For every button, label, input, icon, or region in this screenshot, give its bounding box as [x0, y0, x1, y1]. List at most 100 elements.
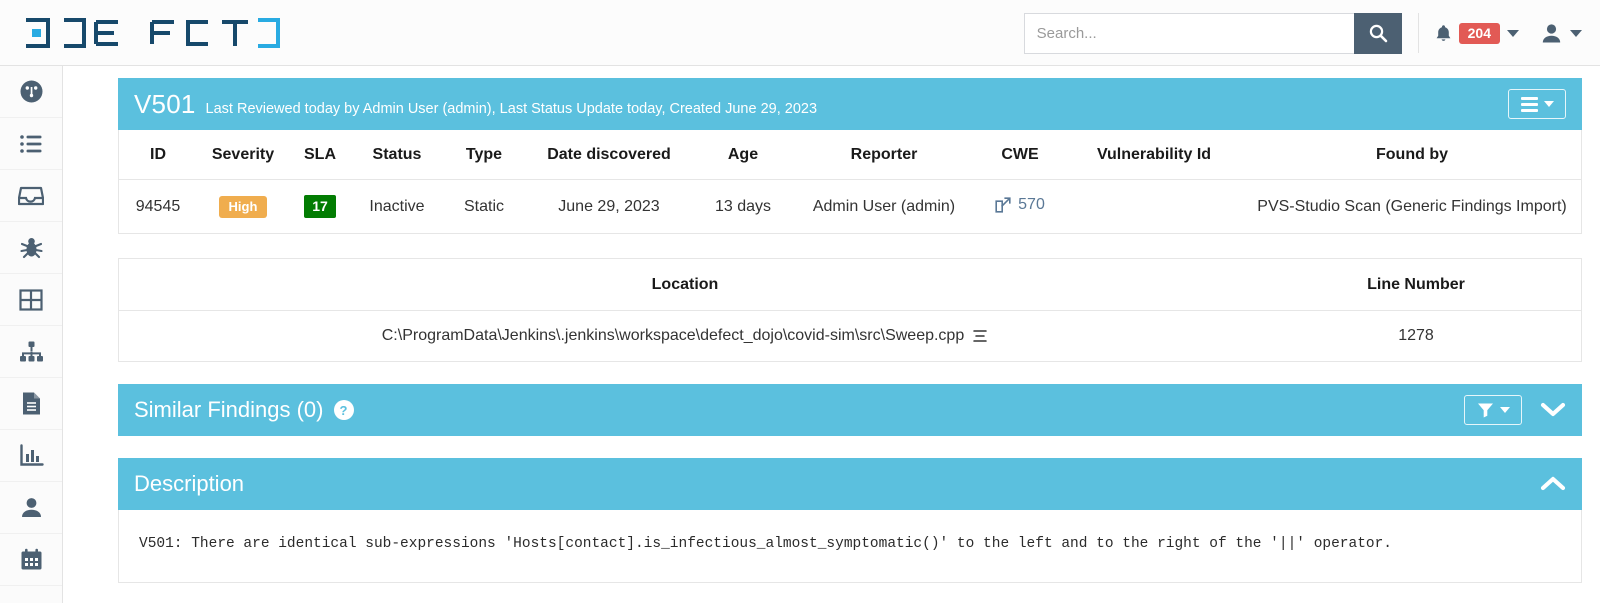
- column-header-sla: SLA: [289, 130, 351, 180]
- column-header-status: Status: [351, 130, 443, 180]
- sidebar-item-users[interactable]: [0, 482, 62, 534]
- top-right-controls: 204: [1024, 0, 1582, 66]
- bell-icon: [1435, 24, 1452, 43]
- sla-badge: 17: [304, 195, 336, 218]
- severity-badge: High: [219, 196, 268, 218]
- location-path-group: C:\ProgramData\Jenkins\.jenkins\workspac…: [382, 327, 988, 345]
- cell-line-number: 1278: [1251, 311, 1581, 362]
- main-content: V501 Last Reviewed today by Admin User (…: [63, 66, 1600, 603]
- sidebar-nav: [0, 66, 63, 603]
- description-title-group: Description: [134, 471, 244, 497]
- app-root: 204: [0, 0, 1600, 603]
- table-row: 94545 High 17 Inactive Static June 29, 2…: [119, 180, 1581, 234]
- chevron-down-icon: [1570, 30, 1582, 37]
- similar-findings-controls: [1464, 395, 1566, 425]
- column-header-cwe: CWE: [975, 130, 1065, 180]
- similar-findings-title-group: Similar Findings (0) ?: [134, 397, 354, 423]
- column-header-found-by: Found by: [1243, 130, 1581, 180]
- sidebar-item-bugs[interactable]: [0, 222, 62, 274]
- cell-severity: High: [197, 180, 289, 234]
- column-header-severity: Severity: [197, 130, 289, 180]
- toolbar-divider: [1418, 13, 1419, 53]
- finding-subtitle: Last Reviewed today by Admin User (admin…: [206, 101, 818, 117]
- location-row: C:\ProgramData\Jenkins\.jenkins\workspac…: [119, 311, 1581, 362]
- column-header-id: ID: [119, 130, 197, 180]
- column-header-line-number: Line Number: [1251, 259, 1581, 311]
- column-header-type: Type: [443, 130, 525, 180]
- page-title: V501: [134, 91, 196, 117]
- calendar-icon: [20, 548, 43, 571]
- question-mark-icon[interactable]: ?: [334, 400, 354, 420]
- cell-id: 94545: [119, 180, 197, 234]
- cell-cwe: 570: [975, 180, 1065, 234]
- logo-mark-icon: [22, 18, 290, 48]
- chevron-down-icon: [1500, 407, 1510, 413]
- location-path: C:\ProgramData\Jenkins\.jenkins\workspac…: [382, 327, 964, 345]
- cwe-link[interactable]: 570: [995, 196, 1045, 214]
- sidebar-item-inbox[interactable]: [0, 170, 62, 222]
- description-header: Description: [118, 458, 1582, 510]
- cell-vulnerability-id: [1065, 180, 1243, 234]
- column-header-reporter: Reporter: [793, 130, 975, 180]
- description-collapse-toggle[interactable]: [1540, 475, 1566, 493]
- cwe-value: 570: [1018, 196, 1045, 214]
- search-icon: [1368, 23, 1388, 43]
- location-table: Location Line Number C:\ProgramData\Jenk…: [118, 258, 1582, 362]
- notification-count-badge: 204: [1459, 23, 1500, 44]
- hamburger-menu-icon: [1521, 97, 1538, 112]
- column-header-location: Location: [119, 259, 1251, 311]
- align-justify-icon[interactable]: [972, 328, 988, 344]
- bar-chart-icon: [19, 444, 44, 467]
- cell-date-discovered: June 29, 2023: [525, 180, 693, 234]
- chevron-down-icon: [1544, 101, 1554, 107]
- sidebar-item-engagements[interactable]: [0, 326, 62, 378]
- dashboard-gauge-icon: [19, 79, 44, 104]
- notifications-menu[interactable]: 204: [1435, 23, 1519, 44]
- cell-location: C:\ProgramData\Jenkins\.jenkins\workspac…: [119, 311, 1251, 362]
- top-navbar: 204: [0, 0, 1600, 66]
- similar-findings-collapse-toggle[interactable]: [1540, 401, 1566, 419]
- cell-status: Inactive: [351, 180, 443, 234]
- finding-summary-table: ID Severity SLA Status Type Date discove…: [118, 130, 1582, 234]
- sidebar-item-reports[interactable]: [0, 378, 62, 430]
- similar-findings-header: Similar Findings (0) ?: [118, 384, 1582, 436]
- finding-title-group: V501 Last Reviewed today by Admin User (…: [134, 91, 817, 117]
- similar-findings-title: Similar Findings (0): [134, 397, 324, 423]
- cell-age: 13 days: [693, 180, 793, 234]
- table-header-row: ID Severity SLA Status Type Date discove…: [119, 130, 1581, 180]
- cell-sla: 17: [289, 180, 351, 234]
- sidebar-item-dashboard[interactable]: [0, 66, 62, 118]
- sitemap-icon: [19, 341, 44, 363]
- chevron-down-icon: [1507, 30, 1519, 37]
- search-input[interactable]: [1024, 13, 1354, 54]
- document-icon: [21, 391, 42, 416]
- inbox-icon: [18, 185, 44, 207]
- location-header-row: Location Line Number: [119, 259, 1581, 311]
- cell-found-by: PVS-Studio Scan (Generic Findings Import…: [1243, 180, 1581, 234]
- cell-type: Static: [443, 180, 525, 234]
- search-button[interactable]: [1354, 13, 1402, 54]
- description-title: Description: [134, 471, 244, 497]
- sidebar-item-products[interactable]: [0, 274, 62, 326]
- list-icon: [19, 133, 44, 155]
- bug-icon: [19, 235, 44, 260]
- filter-funnel-icon: [1477, 402, 1494, 418]
- user-icon: [20, 496, 43, 519]
- user-icon: [1541, 23, 1562, 44]
- column-header-date-discovered: Date discovered: [525, 130, 693, 180]
- column-header-age: Age: [693, 130, 793, 180]
- finding-actions-menu-button[interactable]: [1508, 89, 1566, 119]
- table-grid-icon: [19, 288, 43, 312]
- user-menu[interactable]: [1541, 23, 1582, 44]
- search-box: [1024, 13, 1402, 54]
- defectdojo-logo[interactable]: [22, 0, 290, 66]
- cell-reporter: Admin User (admin): [793, 180, 975, 234]
- chevron-up-icon: [1540, 475, 1566, 493]
- sidebar-item-calendar[interactable]: [0, 534, 62, 586]
- sidebar-item-metrics[interactable]: [0, 430, 62, 482]
- chevron-down-icon: [1540, 401, 1566, 419]
- sidebar-item-findings-list[interactable]: [0, 118, 62, 170]
- description-body: V501: There are identical sub-expression…: [119, 510, 1581, 582]
- finding-title-bar: V501 Last Reviewed today by Admin User (…: [118, 78, 1582, 130]
- filter-button[interactable]: [1464, 395, 1522, 425]
